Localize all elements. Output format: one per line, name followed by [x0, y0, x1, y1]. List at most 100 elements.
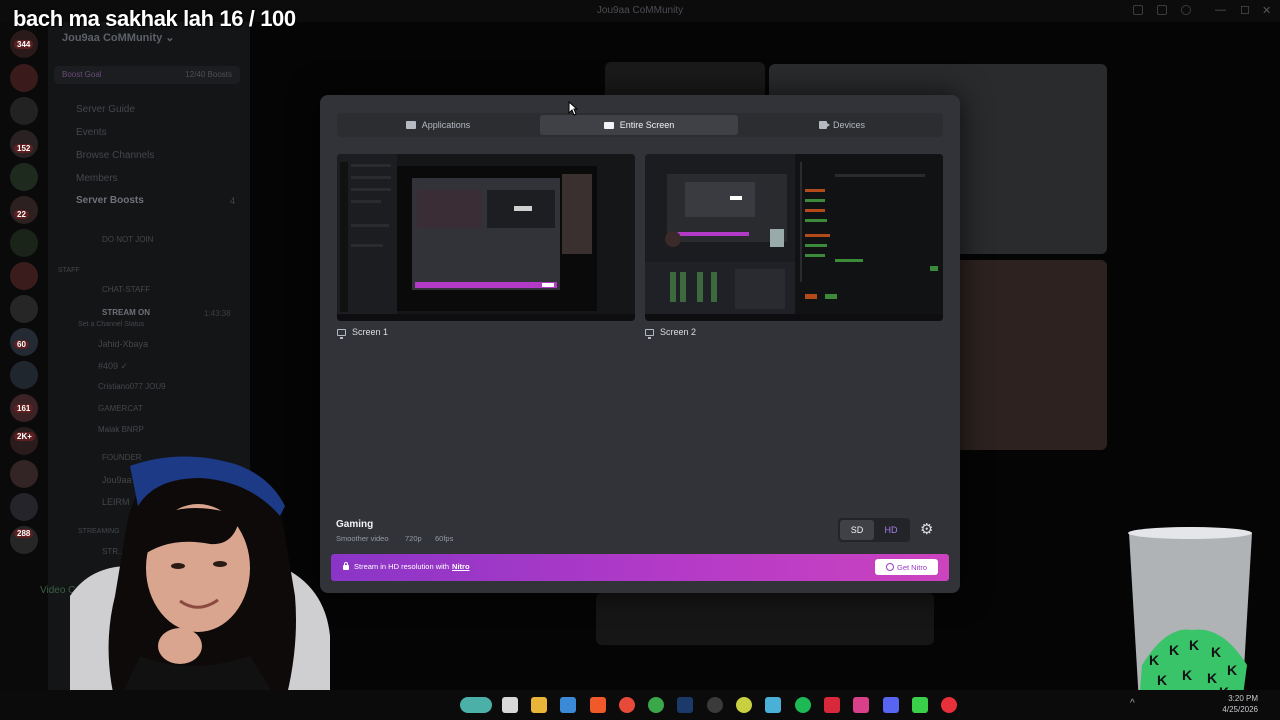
sd-button[interactable]: SD [840, 520, 874, 540]
voice-user[interactable]: Cristiano077 JOU9 [98, 382, 166, 391]
tab-applications[interactable]: Applications [339, 115, 537, 135]
window-icon [405, 121, 416, 129]
category-staff[interactable]: STAFF [58, 267, 80, 274]
image-viewer-icon[interactable] [765, 697, 781, 713]
xbox-icon[interactable] [648, 697, 664, 713]
server-badge: 60 [14, 340, 29, 349]
streamer-bot-icon[interactable] [912, 697, 928, 713]
screen-2-preview [645, 154, 943, 321]
obs-icon[interactable] [707, 697, 723, 713]
sidebar-item-events[interactable]: Events [76, 127, 107, 138]
monitor-icon [603, 121, 614, 129]
voice-user[interactable]: Jahid-Xbaya [98, 339, 148, 349]
channel-chat-staff[interactable]: CHAT-STAFF [102, 285, 150, 294]
screen-1-preview [337, 154, 635, 321]
guild-name[interactable]: Jou9aa CoMMunity ⌄ [62, 31, 175, 44]
tab-devices[interactable]: Devices [743, 115, 941, 135]
stream-overlay-title: bach ma sakhak lah 16 / 100 [13, 6, 296, 31]
steam-icon[interactable] [677, 697, 693, 713]
counter-cup-overlay: KKKK KKKK KKK [1128, 527, 1252, 709]
chevron-up-icon[interactable]: ^ [1130, 698, 1135, 709]
server-badge: 22 [14, 210, 29, 219]
file-explorer-icon[interactable] [502, 697, 518, 713]
voice-user[interactable]: GAMERCAT [98, 404, 143, 413]
quality-fps: 60fps [435, 534, 454, 543]
mouse-cursor-icon [568, 101, 578, 116]
svg-text:K: K [1157, 672, 1167, 688]
sidebar-item-members[interactable]: Members [76, 173, 118, 184]
help-icon[interactable] [1181, 5, 1191, 15]
screen-2-thumbnail [645, 154, 943, 321]
boost-goal-value: 12/40 Boosts [185, 70, 232, 79]
svg-text:K: K [1207, 670, 1217, 686]
discord-icon[interactable] [883, 697, 899, 713]
source-tabs: Applications Entire Screen Devices [337, 113, 943, 137]
quality-subtitle: Smoother video [336, 534, 389, 543]
get-nitro-label: Get Nitro [896, 562, 927, 572]
channel-do-not-join[interactable]: DO NOT JOIN [102, 235, 153, 244]
app-icon[interactable] [736, 697, 752, 713]
screen-share-modal: Applications Entire Screen Devices Scree… [320, 95, 960, 593]
server-boosts-count: 4 [230, 196, 236, 206]
taskbar: ^ 3:20 PM 4/25/2026 [0, 690, 1280, 720]
store-icon[interactable] [560, 697, 576, 713]
close-window-button[interactable]: ✕ [1262, 4, 1271, 17]
chrome-icon[interactable] [619, 697, 635, 713]
stream-duration: 1:43:38 [204, 309, 231, 318]
server-icon[interactable] [10, 229, 38, 257]
sidebar-item-browse-channels[interactable]: Browse Channels [76, 150, 154, 161]
channel-status[interactable]: Set a Channel Status [78, 321, 144, 328]
server-icon[interactable] [10, 361, 38, 389]
nitro-upsell-banner: Stream in HD resolution with Nitro Get N… [331, 554, 949, 581]
server-badge: 152 [14, 144, 34, 153]
clock-date: 4/25/2026 [1222, 705, 1258, 714]
camera-icon [818, 121, 830, 129]
spotify-icon[interactable] [795, 697, 811, 713]
quality-preset-title: Gaming [336, 519, 374, 530]
inbox-icon[interactable] [1133, 5, 1143, 15]
source-screen-2[interactable]: Screen 2 [645, 154, 943, 339]
boost-goal[interactable]: Boost Goal 12/40 Boosts [54, 66, 240, 84]
server-badge: 344 [14, 40, 34, 49]
water-bottle-icon[interactable] [460, 697, 492, 713]
sidebar-item-server-guide[interactable]: Server Guide [76, 104, 135, 115]
source-screen-1[interactable]: Screen 1 [337, 154, 635, 339]
server-icon[interactable] [10, 262, 38, 290]
source-label: Screen 1 [337, 327, 635, 339]
hd-button[interactable]: HD [874, 520, 908, 540]
adobe-icon[interactable] [824, 697, 840, 713]
nitro-text: Stream in HD resolution with [354, 562, 450, 571]
get-nitro-button[interactable]: Get Nitro [875, 559, 938, 575]
clock-time: 3:20 PM [1228, 694, 1258, 703]
instagram-icon[interactable] [853, 697, 869, 713]
opera-icon[interactable] [941, 697, 957, 713]
server-icon[interactable] [10, 163, 38, 191]
brave-icon[interactable] [590, 697, 606, 713]
source-name: Screen 2 [660, 327, 697, 337]
video-tile [596, 593, 934, 645]
voice-user[interactable]: #409 ✓ [98, 361, 128, 372]
server-badge: 2K+ [14, 432, 35, 441]
server-icon[interactable] [10, 64, 38, 92]
server-icon[interactable] [10, 295, 38, 323]
tab-entire-screen[interactable]: Entire Screen [540, 115, 738, 135]
tab-label: Entire Screen [619, 120, 675, 130]
svg-text:K: K [1189, 637, 1199, 653]
sidebar-item-server-boosts[interactable]: Server Boosts [76, 195, 144, 206]
monitor-icon [337, 328, 346, 339]
channel-stream-on[interactable]: STREAM ON [102, 308, 150, 317]
server-icon[interactable] [10, 97, 38, 125]
gear-icon[interactable]: ⚙ [920, 522, 933, 537]
nitro-icon [885, 563, 894, 571]
maximize-button[interactable]: ☐ [1240, 4, 1250, 17]
svg-text:K: K [1227, 662, 1237, 678]
nitro-link[interactable]: Nitro [452, 562, 470, 571]
minimize-button[interactable]: — [1215, 4, 1226, 16]
resolution-toggle: SD HD [838, 518, 910, 542]
system-clock[interactable]: 3:20 PM 4/25/2026 [1222, 693, 1258, 715]
folder-icon[interactable] [531, 697, 547, 713]
screen-icon[interactable] [1157, 5, 1167, 15]
screen-1-thumbnail [337, 154, 635, 321]
tab-label: Applications [421, 120, 471, 130]
voice-user[interactable]: Malak BNRP [98, 425, 144, 434]
